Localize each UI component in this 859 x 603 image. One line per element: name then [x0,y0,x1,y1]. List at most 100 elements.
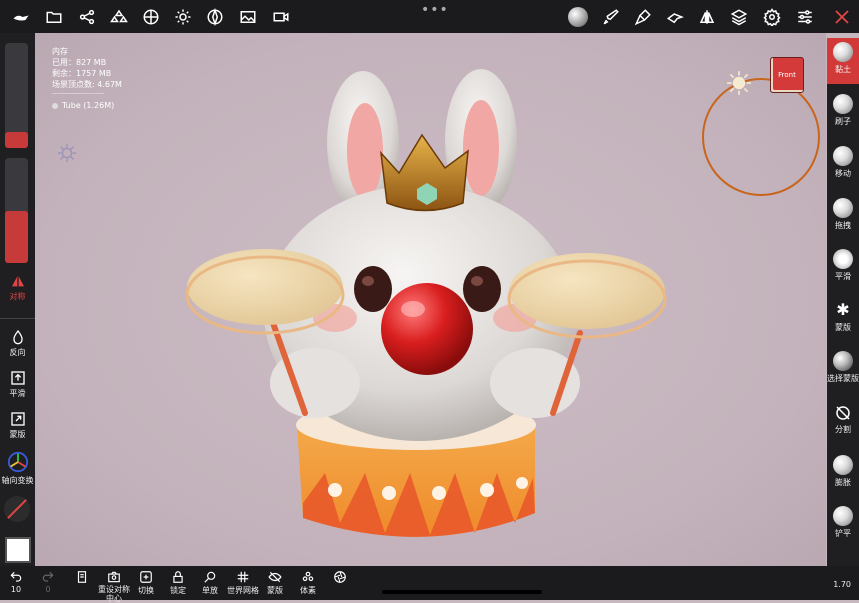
more-options-button[interactable] [330,570,350,585]
lock-label: 锁定 [170,586,186,595]
wing-icon[interactable] [664,6,686,28]
invert-label: 反向 [9,348,26,357]
top-toolbar: ••• [0,0,859,33]
folder-icon[interactable] [43,6,65,28]
camera-icon [108,571,120,583]
select-mask-icon [833,351,853,371]
redo-icon [42,571,54,582]
tool-label: 膨胀 [835,478,851,487]
symmetry-label: 对称 [9,292,26,301]
memory-free: 剩余：1757 MB [52,69,112,78]
tool-mask[interactable]: ✱ 蒙版 [827,300,859,333]
mask-visibility-label: 蒙版 [267,586,283,595]
invert-button[interactable]: 反向 [0,329,35,358]
tool-inflate[interactable]: 膨胀 [827,455,859,488]
mesh-name: Tube (1.26M) [62,101,115,110]
inflate-icon [833,455,853,475]
intensity-slider[interactable] [5,158,28,263]
reset-symmetry-button[interactable]: 重设对称中心 [96,570,132,603]
axis-transform-button[interactable]: 轴向变换 [0,451,35,486]
settings-icon[interactable] [761,6,783,28]
drag-handle[interactable]: ••• [421,2,449,18]
rotation-gizmo[interactable] [702,78,820,196]
tool-label: 拖拽 [835,221,851,230]
redo-button[interactable]: 0 [38,570,58,594]
redo-count: 0 [45,585,51,594]
memory-used: 已用：827 MB [52,58,107,67]
tool-smooth[interactable]: 平滑 [827,249,859,282]
brush-icon[interactable] [600,6,622,28]
sphere-icon[interactable] [567,6,589,28]
radius-slider-fill [5,132,28,148]
right-tool-panel: 黏土 刷子 移动 拖拽 平滑 ✱ 蒙版 选择蒙版 分割 膨胀 铲平 [827,38,859,568]
symmetry-icon[interactable] [696,6,718,28]
hash-icon [237,571,249,583]
voxel-button[interactable]: 体素 [298,570,318,596]
mask-splat-icon: ✱ [836,300,850,319]
smooth-button[interactable]: 平滑 [0,370,35,399]
solo-button[interactable]: 单放 [200,570,220,596]
drop-icon [12,329,23,345]
view-cube[interactable]: Front [770,57,804,93]
menu-button[interactable] [72,570,92,585]
undo-button[interactable]: 10 [6,570,26,594]
tool-split[interactable]: 分割 [827,404,859,435]
tool-select-mask[interactable]: 选择蒙版 [827,351,859,384]
tool-label: 铲平 [835,529,851,538]
voxel-icon [302,571,314,582]
tools-icon[interactable] [831,6,853,28]
zoom-level: 1.70 [833,580,851,589]
tool-clay[interactable]: 黏土 [827,38,859,84]
tool-flatten[interactable]: 铲平 [827,506,859,539]
scene-icon[interactable] [108,6,130,28]
sun-light-icon[interactable] [726,70,752,96]
eye-off-icon [268,571,282,583]
color-picker-disabled[interactable] [4,496,30,522]
app-logo-icon[interactable] [10,6,32,28]
split-icon [836,406,850,420]
toggle-label: 切换 [138,586,154,595]
tool-move[interactable]: 移动 [827,146,859,179]
intensity-slider-fill [5,211,28,263]
sliders-icon[interactable] [794,6,816,28]
light-icon[interactable] [56,142,78,164]
mask-button[interactable]: 蒙版 [0,411,35,440]
color-swatch[interactable] [5,537,31,563]
vertex-count: 场景顶点数: 4.67M [52,80,122,89]
image-icon[interactable] [237,6,259,28]
mask-label: 蒙版 [9,430,26,439]
bottom-toolbar: 10 0 重设对称中心 切换 锁定 单放 世界网格 蒙版 体素 1.70 [0,566,859,603]
grid-icon[interactable] [140,6,162,28]
smooth-icon [10,371,25,385]
symmetry-button[interactable]: 对称 [0,273,35,302]
tool-label: 蒙版 [835,323,851,332]
home-indicator[interactable] [382,590,542,594]
video-icon[interactable] [270,6,292,28]
tool-label: 刷子 [835,117,851,126]
undo-icon [10,571,22,582]
toggle-icon [140,571,152,583]
mask-icon [10,412,25,426]
share-icon[interactable] [76,6,98,28]
clay-icon [833,42,853,62]
paint-icon[interactable] [632,6,654,28]
layers-icon[interactable] [728,6,750,28]
info-divider: ------------------------ [52,90,104,97]
flatten-icon [833,506,853,526]
material-icon[interactable] [204,6,226,28]
tool-brush[interactable]: 刷子 [827,94,859,127]
mask-visibility-button[interactable]: 蒙版 [265,570,285,596]
world-grid-button[interactable]: 世界网格 [226,570,260,596]
tool-label: 黏土 [835,65,851,74]
tool-label: 选择蒙版 [827,374,859,383]
axis-gizmo-icon [7,451,28,473]
reset-symmetry-label: 重设对称中心 [98,585,130,603]
tool-drag[interactable]: 拖拽 [827,198,859,231]
toggle-button[interactable]: 切换 [136,570,156,596]
voxel-label: 体素 [300,586,316,595]
tool-label: 分割 [835,425,851,434]
drag-icon [833,198,853,218]
sun-icon[interactable] [172,6,194,28]
radius-slider[interactable] [5,43,28,148]
lock-button[interactable]: 锁定 [168,570,188,596]
